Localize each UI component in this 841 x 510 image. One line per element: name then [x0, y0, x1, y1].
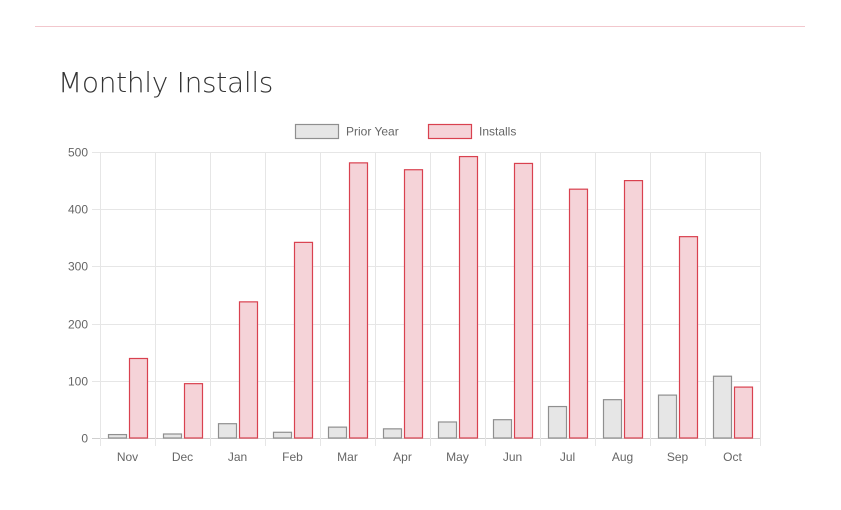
y-tick-label: 0 — [81, 432, 88, 446]
x-tick-label: Feb — [282, 450, 303, 464]
prior-year-bar — [107, 433, 128, 439]
installs-bar — [733, 386, 754, 439]
legend-item-prior-year[interactable]: Prior Year — [294, 123, 399, 140]
installs-bar — [678, 236, 699, 439]
x-tick-label: Nov — [117, 450, 138, 464]
x-tick-label: Jan — [228, 450, 247, 464]
prior-year-bar — [382, 428, 403, 439]
installs-bar — [623, 180, 644, 439]
y-tick-label: 500 — [68, 146, 88, 160]
x-tick-label: Apr — [393, 450, 412, 464]
x-tick-label: Oct — [723, 450, 742, 464]
x-tick-label: Aug — [612, 450, 633, 464]
x-tick-label: Jul — [560, 450, 575, 464]
installs-bar — [458, 155, 479, 439]
legend-label: Installs — [479, 125, 516, 139]
installs-bar — [238, 301, 259, 439]
x-tick-label: Dec — [172, 450, 193, 464]
x-tick-label: Sep — [667, 450, 689, 464]
prior-year-bar — [657, 394, 678, 439]
y-tick-label: 300 — [68, 260, 88, 274]
installs-bar — [128, 357, 149, 439]
installs-bar — [348, 162, 369, 439]
installs-bar — [403, 169, 424, 439]
prior-year-bar — [602, 399, 623, 439]
prior-year-bar — [162, 433, 183, 439]
prior-year-bar — [327, 426, 348, 439]
prior-year-bar — [217, 423, 238, 439]
x-tick-label: Jun — [503, 450, 522, 464]
prior-year-bar — [492, 419, 513, 439]
legend-swatch-installs — [427, 123, 473, 140]
prior-year-bar — [437, 421, 458, 439]
installs-bar — [183, 383, 204, 439]
y-tick-label: 100 — [68, 375, 88, 389]
legend-label: Prior Year — [346, 125, 399, 139]
y-tick-label: 400 — [68, 203, 88, 217]
installs-bar — [568, 188, 589, 439]
installs-bar — [293, 241, 314, 439]
prior-year-bar — [712, 375, 733, 439]
monthly-installs-chart: 0 100 200 300 400 500 Nov Dec Jan Feb Mar Apr May Jun… — [68, 123, 761, 464]
legend-swatch-prior-year — [294, 123, 340, 140]
x-tick-label: Mar — [337, 450, 358, 464]
y-tick-label: 200 — [68, 318, 88, 332]
legend[interactable]: Prior Year Installs — [294, 123, 517, 140]
prior-year-bar — [272, 431, 293, 439]
installs-bar — [513, 162, 534, 439]
x-tick-label: May — [446, 450, 469, 464]
prior-year-bar — [547, 405, 568, 439]
legend-item-installs[interactable]: Installs — [427, 123, 517, 140]
